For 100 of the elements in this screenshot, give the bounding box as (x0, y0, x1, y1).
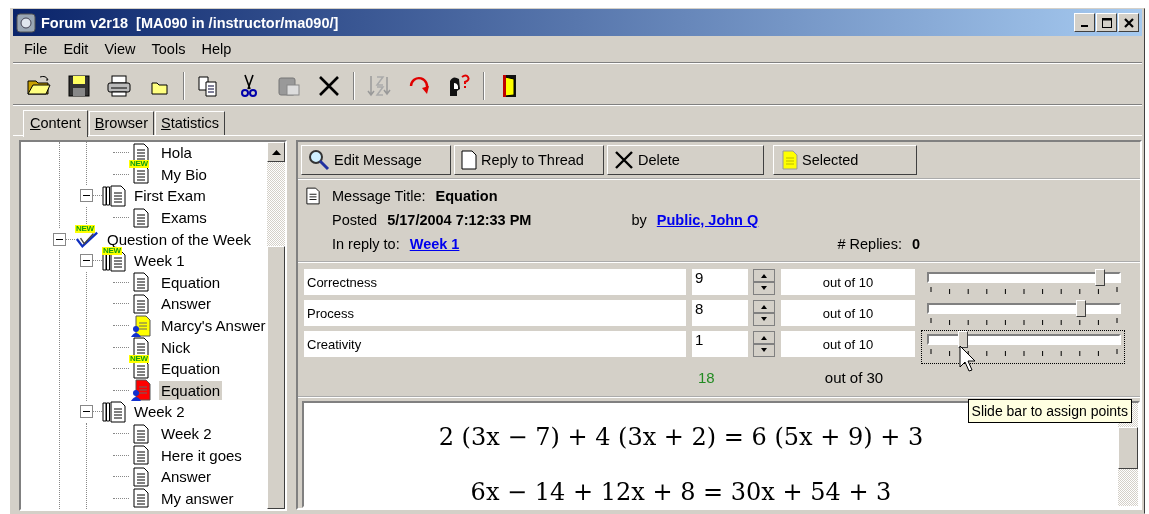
reply-button[interactable]: Reply to Thread (454, 145, 604, 175)
app-icon (16, 12, 36, 33)
field-label: Posted (332, 211, 378, 228)
menu-item[interactable]: Tools (143, 41, 194, 57)
document-icon (133, 207, 149, 228)
close-icon (1123, 17, 1134, 28)
collapse-toggle-icon[interactable] (80, 189, 93, 203)
document-icon (133, 337, 149, 358)
tab[interactable]: Browser (88, 111, 154, 135)
save-icon[interactable] (66, 73, 92, 99)
max-total: out of 30 (823, 368, 885, 386)
menu-item[interactable]: File (16, 41, 56, 57)
close-icon (614, 150, 634, 170)
menu-item[interactable]: View (96, 41, 144, 57)
author-link[interactable]: Public, John Q (656, 211, 759, 228)
collapse-toggle-icon[interactable] (80, 254, 93, 268)
minimize-button[interactable] (1074, 13, 1095, 32)
slider-track[interactable] (927, 334, 1121, 345)
document-icon (133, 272, 149, 293)
document-icon (133, 488, 149, 509)
spinner-control[interactable] (753, 269, 775, 295)
new-badge: NEW (129, 160, 149, 169)
document-icon (133, 293, 149, 314)
slider-thumb[interactable] (958, 331, 969, 348)
menu-item[interactable]: Help (193, 41, 240, 57)
documents-icon (102, 400, 126, 423)
new-badge: NEW (102, 246, 122, 255)
slider-track[interactable] (927, 272, 1121, 283)
tree-item[interactable]: Week 2 (159, 424, 214, 443)
spinner-control[interactable] (753, 331, 775, 357)
minimize-icon (1081, 25, 1088, 27)
reply-to-link[interactable]: Week 1 (409, 235, 460, 252)
tree-item[interactable]: Marcy's Answer (159, 316, 267, 336)
window-title: Forum v2r18 [MA090 in /instructor/ma090/] (41, 14, 340, 31)
tab[interactable]: Statistics (155, 111, 225, 135)
spinner-control[interactable] (753, 300, 775, 326)
tab[interactable]: Content (23, 110, 88, 137)
document-icon (306, 186, 320, 205)
edit-button[interactable]: Edit Message (301, 145, 451, 175)
delete-button[interactable]: Delete (607, 145, 764, 175)
close-button[interactable] (1118, 13, 1139, 32)
replies-count: 0 (911, 235, 920, 252)
criterion-field: Process (304, 300, 686, 326)
tree-item[interactable]: Week 2 (132, 402, 187, 422)
maximize-icon (1101, 17, 1112, 28)
field-label: # Replies: (837, 235, 902, 252)
document-icon (133, 423, 149, 444)
tree-item[interactable]: Here it goes (159, 445, 244, 465)
checkmarks-icon (75, 229, 99, 250)
tree-item[interactable]: Answer (159, 294, 214, 314)
tree-item[interactable]: Hola (159, 143, 194, 163)
slider-thumb[interactable] (1095, 269, 1105, 286)
field-label: In reply to: (332, 235, 400, 252)
message-title: Equation (435, 187, 498, 204)
equation: 6x − 14 + 12x + 8 = 30x + 54 + 3 (470, 478, 892, 506)
criterion-field: Creativity (304, 331, 686, 357)
score-field[interactable]: 1 (692, 331, 748, 357)
posted-date: 5/17/2004 7:12:33 PM (387, 211, 532, 228)
tree-item[interactable]: Answer (159, 467, 214, 487)
tree-item[interactable]: Question of the Week (105, 229, 253, 249)
equation: 2 (3x − 7) + 4 (3x + 2) = 6 (5x + 9) + 3 (438, 423, 924, 451)
criterion-field: Correctness (304, 269, 686, 295)
collapse-toggle-icon[interactable] (53, 232, 66, 246)
selected-button[interactable]: Selected (773, 145, 917, 175)
scroll-up-icon[interactable] (271, 149, 281, 155)
score-field[interactable]: 9 (692, 269, 748, 295)
max-points: out of 10 (781, 300, 915, 326)
slider-thumb[interactable] (1076, 300, 1086, 317)
slider-track[interactable] (927, 303, 1121, 314)
max-points: out of 10 (781, 269, 915, 295)
printer-icon[interactable] (106, 73, 132, 99)
tree-item[interactable]: My Bio (159, 164, 209, 184)
tree-item[interactable]: My answer (159, 488, 236, 508)
new-badge: NEW (75, 225, 95, 234)
tree-item[interactable]: Exams (159, 208, 209, 228)
slider[interactable] (921, 330, 1125, 364)
tree-item[interactable]: First Exam (132, 186, 208, 206)
collapse-toggle-icon[interactable] (80, 405, 93, 419)
document-icon (133, 445, 149, 466)
tree-item[interactable]: Equation (159, 380, 223, 400)
tooltip: Slide bar to assign points (967, 399, 1132, 423)
document-icon (461, 150, 477, 170)
tree-item[interactable]: Equation (159, 359, 223, 379)
tree-item[interactable]: Equation (159, 272, 223, 292)
menu-item[interactable]: Edit (55, 41, 97, 57)
field-label: by (631, 211, 647, 228)
score-field[interactable]: 8 (692, 300, 748, 326)
total-score: 18 (698, 368, 716, 386)
cursor-icon (959, 345, 978, 373)
tree-item[interactable]: Nick (159, 337, 193, 357)
maximize-button[interactable] (1096, 13, 1117, 32)
document-icon (133, 466, 149, 487)
max-points: out of 10 (781, 331, 915, 357)
new-badge: NEW (129, 354, 149, 363)
documents-icon (102, 185, 126, 207)
scrollbar[interactable] (267, 142, 285, 510)
tree-item[interactable]: Week 1 (132, 251, 187, 271)
document-icon (782, 150, 798, 170)
field-label: Message Title: (332, 187, 426, 204)
search-icon (308, 149, 330, 171)
